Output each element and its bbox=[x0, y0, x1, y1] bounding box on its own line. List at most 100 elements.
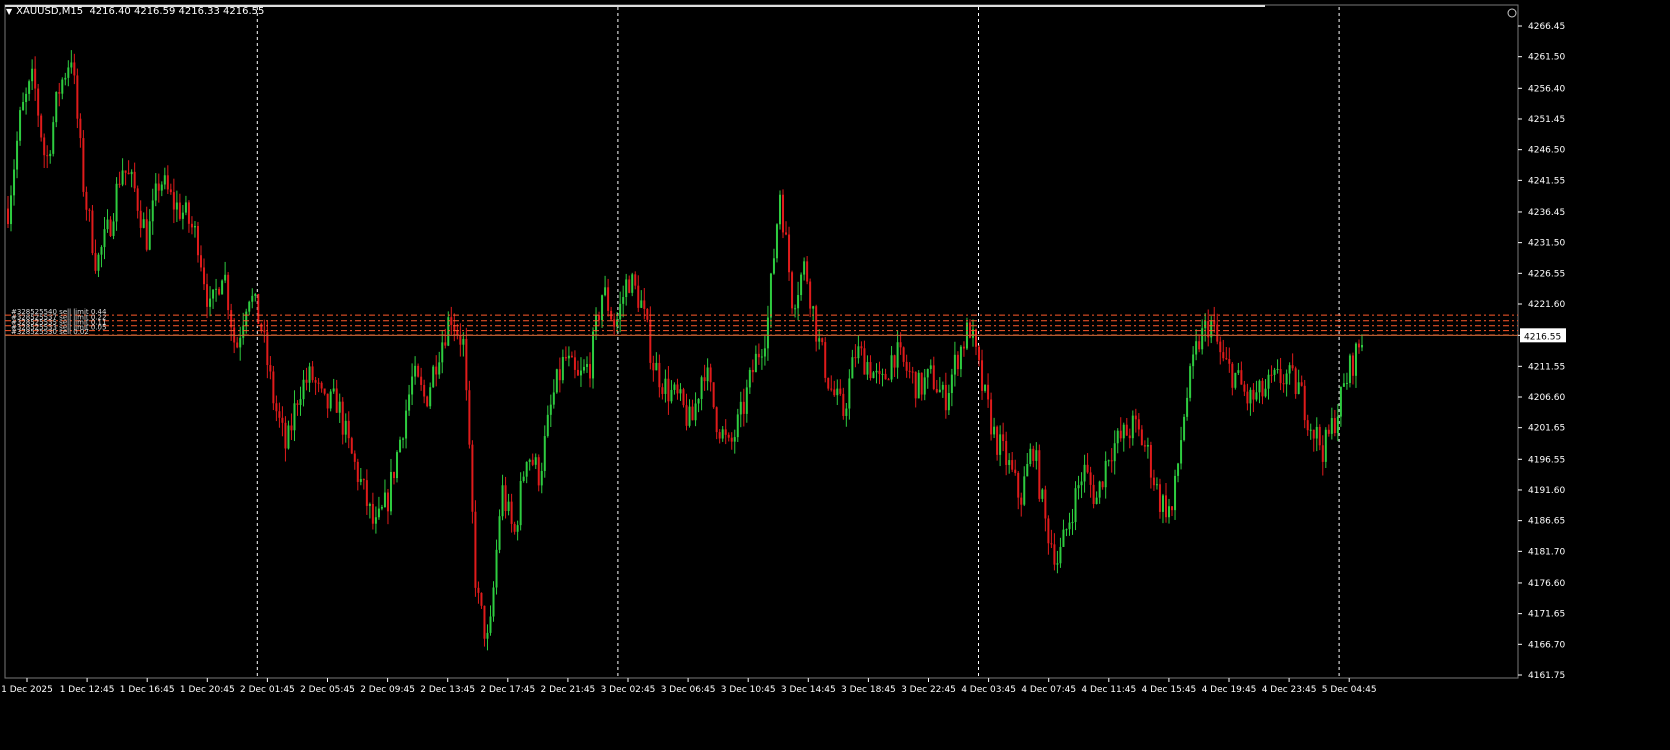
candle-body bbox=[845, 408, 848, 416]
x-tick-label: 4 Dec 07:45 bbox=[1021, 685, 1076, 695]
candle-body bbox=[196, 225, 199, 256]
candle-body bbox=[589, 364, 592, 379]
candle-body bbox=[791, 272, 794, 309]
candle-body bbox=[1228, 358, 1231, 364]
candle-body bbox=[797, 295, 800, 309]
price-chart[interactable]: 1 Dec 2025 1 Dec 12:45 1 Dec 16:45 1 Dec 20… bbox=[0, 0, 1670, 746]
candle-body bbox=[754, 353, 757, 373]
candle-body bbox=[447, 317, 450, 346]
candle-body bbox=[679, 389, 682, 394]
candle-body bbox=[97, 254, 100, 271]
candle-body bbox=[1312, 429, 1315, 439]
candle-body bbox=[1264, 388, 1267, 397]
candle-body bbox=[1177, 463, 1180, 476]
candle-body bbox=[721, 429, 724, 439]
candle-body bbox=[1174, 475, 1177, 511]
candle-body bbox=[495, 549, 498, 588]
candle-body bbox=[43, 137, 46, 156]
candle-body bbox=[1252, 389, 1255, 400]
candle-body bbox=[338, 401, 341, 413]
candle-body bbox=[1002, 434, 1005, 442]
candle-body bbox=[676, 384, 679, 394]
candle-body bbox=[1095, 497, 1098, 505]
x-tick-label: 4 Dec 19:45 bbox=[1202, 685, 1257, 695]
order-label: #328525530 sell 0.02 bbox=[11, 328, 89, 336]
candle-body bbox=[302, 379, 305, 400]
candle-body bbox=[133, 171, 136, 189]
candle-body bbox=[139, 210, 142, 228]
candle-body bbox=[709, 367, 712, 383]
candle-body bbox=[414, 365, 417, 377]
candle-body bbox=[199, 255, 202, 268]
candle-body bbox=[658, 362, 661, 388]
y-tick-label: 4241.55 bbox=[1528, 176, 1565, 186]
candle-body bbox=[944, 384, 947, 411]
candle-body bbox=[344, 420, 347, 435]
candle-body bbox=[848, 378, 851, 409]
candle-body bbox=[19, 110, 22, 141]
y-tick-label: 4256.40 bbox=[1528, 84, 1565, 94]
x-tick-label: 1 Dec 20:45 bbox=[180, 685, 235, 695]
x-tick-label: 2 Dec 21:45 bbox=[540, 685, 595, 695]
candle-body bbox=[16, 140, 19, 170]
candle-body bbox=[555, 369, 558, 393]
candle-body bbox=[169, 189, 172, 193]
chart-area[interactable]: 1 Dec 2025 1 Dec 12:45 1 Dec 16:45 1 Dec 20… bbox=[0, 0, 1670, 746]
candle-body bbox=[281, 417, 284, 423]
candle-body bbox=[769, 273, 772, 318]
candle-body bbox=[380, 507, 383, 509]
candle-body bbox=[1008, 460, 1011, 465]
x-tick-label: 2 Dec 01:45 bbox=[240, 685, 295, 695]
y-tick-label: 4226.55 bbox=[1528, 269, 1565, 279]
candle-body bbox=[567, 355, 570, 359]
candle-body bbox=[34, 68, 37, 89]
candle-body bbox=[1038, 450, 1041, 499]
candle-body bbox=[1068, 522, 1071, 530]
candle-body bbox=[1143, 445, 1146, 447]
candle-body bbox=[1128, 435, 1131, 439]
candle-body bbox=[432, 366, 435, 388]
candle-body bbox=[1086, 464, 1089, 473]
candle-body bbox=[917, 372, 920, 399]
candle-body bbox=[929, 365, 932, 370]
candle-body bbox=[1035, 450, 1038, 461]
candle-body bbox=[203, 267, 206, 285]
candle-body bbox=[136, 188, 139, 211]
candle-body bbox=[794, 308, 797, 310]
candle-body bbox=[389, 471, 392, 512]
y-tick-label: 4206.60 bbox=[1528, 393, 1565, 403]
candle-body bbox=[899, 342, 902, 348]
candle-body bbox=[359, 479, 362, 482]
candle-body bbox=[151, 200, 154, 222]
candle-body bbox=[673, 384, 676, 390]
candle-body bbox=[368, 503, 371, 506]
candle-body bbox=[468, 390, 471, 445]
y-tick-label: 4191.60 bbox=[1528, 486, 1565, 496]
candle-body bbox=[486, 632, 489, 639]
candle-body bbox=[239, 337, 242, 348]
candle-body bbox=[320, 382, 323, 389]
candle-body bbox=[383, 492, 386, 508]
y-tick-label: 4261.50 bbox=[1528, 53, 1565, 63]
candle-body bbox=[1065, 529, 1068, 531]
candle-body bbox=[206, 284, 209, 307]
candle-body bbox=[827, 377, 830, 389]
y-tick-label: 4236.45 bbox=[1528, 208, 1565, 218]
candle-body bbox=[866, 362, 869, 375]
candle-body bbox=[854, 357, 857, 359]
candle-body bbox=[127, 172, 130, 175]
candle-body bbox=[513, 523, 516, 532]
candle-body bbox=[474, 511, 477, 588]
candle-body bbox=[227, 274, 230, 311]
candle-body bbox=[860, 346, 863, 349]
candle-body bbox=[800, 274, 803, 296]
y-tick-label: 4251.45 bbox=[1528, 115, 1565, 125]
candle-body bbox=[938, 389, 941, 393]
candle-body bbox=[1047, 518, 1050, 544]
candle-body bbox=[592, 331, 595, 379]
candle-body bbox=[504, 485, 507, 512]
x-tick-label: 4 Dec 15:45 bbox=[1141, 685, 1196, 695]
triangle-down-icon[interactable]: ▼ bbox=[6, 7, 12, 16]
candle-body bbox=[962, 346, 965, 349]
candle-body bbox=[492, 587, 495, 617]
